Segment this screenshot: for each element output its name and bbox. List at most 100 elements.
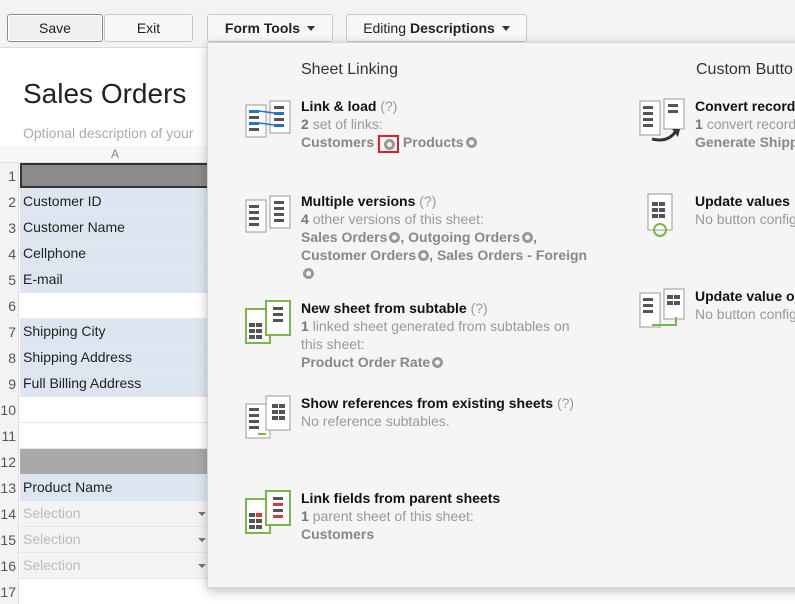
selection-dropdown-cell[interactable]: Selection [20,501,210,526]
editing-mode-menu-button[interactable]: Editing Descriptions [346,14,527,42]
caret-down-icon [307,25,316,31]
link-generate-shipping[interactable]: Generate Shipp [695,134,795,150]
row-number[interactable]: 15 [0,527,19,553]
version-sales-orders[interactable]: Sales Orders [301,229,387,245]
chevron-down-icon[interactable] [198,538,206,542]
version-sales-orders-foreign[interactable]: Sales Orders - Foreign [437,247,587,263]
update-value-other-desc: No button configu [695,306,795,322]
update-values-title: Update values [695,193,790,209]
sheet-cell[interactable] [20,293,210,318]
link-parent-customers[interactable]: Customers [301,526,374,542]
custom-buttons-heading: Custom Butto [696,61,793,78]
exit-label: Exit [136,20,161,36]
link-fields-parent-icon [245,490,291,534]
caret-down-icon [501,25,510,31]
column-header-a[interactable]: A [20,146,210,163]
multiple-versions-icon [245,195,291,233]
sheet-cell[interactable] [20,449,210,474]
cell-text: Product Name [23,479,113,495]
row-number[interactable]: 17 [0,579,19,604]
save-button[interactable]: Save [7,14,103,42]
convert-records-icon [639,98,685,142]
sheet-cell[interactable] [20,397,210,422]
sheet-cell[interactable]: E-mail [20,267,210,292]
sheet-cell[interactable] [20,579,210,604]
link-load-count: 2 [301,116,309,132]
gear-icon[interactable] [432,357,444,368]
cell-text: Selection [23,531,81,547]
row-number[interactable]: 3 [0,215,19,241]
gear-icon[interactable] [418,250,430,261]
cell-text: Selection [23,505,81,521]
row-number[interactable]: 8 [0,345,19,371]
convert-records-count-text: convert records [706,116,795,132]
row-number[interactable]: 1 [0,163,19,189]
sheet-cell[interactable]: Full Billing Address [20,371,210,396]
cell-text: Shipping City [23,323,106,339]
sheet-title[interactable]: Sales Orders [23,78,186,110]
new-sheet-subtable-title: New sheet from subtable [301,300,467,316]
link-load-help-link[interactable]: (?) [380,98,397,114]
chevron-down-icon[interactable] [198,564,206,568]
save-label: Save [39,20,71,36]
update-value-other-title: Update value o [695,288,795,304]
sheet-cell[interactable]: Shipping City [20,319,210,344]
update-values-icon [647,193,673,237]
show-references-title: Show references from existing sheets [301,395,554,411]
cell-text: Cellphone [23,245,87,261]
sheet-cell[interactable]: Shipping Address [20,345,210,370]
row-number[interactable]: 2 [0,189,19,215]
row-number[interactable]: 9 [0,371,19,397]
sheet-cell[interactable]: Customer Name [20,215,210,240]
highlight-box [378,135,400,153]
row-number[interactable]: 4 [0,241,19,267]
form-tools-menu-button[interactable]: Form Tools [207,14,333,42]
link-customers[interactable]: Customers [301,134,374,150]
sheet-cell[interactable]: Product Name [20,475,210,500]
convert-records-count: 1 [695,116,703,132]
cell-text: Customer Name [23,219,125,235]
row-number[interactable]: 14 [0,501,19,527]
chevron-down-icon[interactable] [198,512,206,516]
sheet-description[interactable]: Optional description of your [23,125,193,141]
new-sheet-subtable-help-link[interactable]: (?) [471,300,488,316]
form-tools-label: Form Tools [224,20,301,36]
gear-icon[interactable] [465,137,477,148]
row-number[interactable]: 5 [0,267,19,293]
gear-icon[interactable] [303,268,314,279]
show-references-help-link[interactable]: (?) [557,395,574,411]
sheet-cell[interactable]: Cellphone [20,241,210,266]
link-load-count-text: set of links: [312,116,383,132]
new-sheet-subtable-line2: this sheet: [301,336,365,352]
selection-dropdown-cell[interactable]: Selection [20,553,210,578]
link-load-title: Link & load [301,98,377,114]
version-outgoing-orders[interactable]: Outgoing Orders [408,229,520,245]
exit-button[interactable]: Exit [104,14,193,42]
link-product-order-rate[interactable]: Product Order Rate [301,354,430,370]
sheet-cell[interactable] [20,163,210,188]
multiple-versions-count: 4 [301,211,309,227]
row-number[interactable]: 13 [0,475,19,501]
gear-icon[interactable] [522,232,534,243]
gear-icon[interactable] [384,139,396,150]
multiple-versions-help-link[interactable]: (?) [419,193,436,209]
sheet-cell[interactable]: Customer ID [20,189,210,214]
show-references-icon [245,395,291,439]
row-number[interactable]: 16 [0,553,19,579]
row-number[interactable]: 6 [0,293,19,319]
row-number[interactable]: 11 [0,423,19,449]
row-number[interactable]: 12 [0,449,19,475]
new-sheet-subtable-icon [245,300,291,344]
row-number[interactable]: 7 [0,319,19,345]
version-customer-orders[interactable]: Customer Orders [301,247,416,263]
sheet-cell[interactable] [20,423,210,448]
cell-text: Shipping Address [23,349,132,365]
editing-prefix: Editing [363,20,406,36]
new-sheet-subtable-count-text: linked sheet generated from subtables on [312,318,570,334]
selection-dropdown-cell[interactable]: Selection [20,527,210,552]
row-number[interactable]: 10 [0,397,19,423]
gear-icon[interactable] [389,232,401,243]
link-products[interactable]: Products [403,134,464,150]
new-sheet-subtable-count: 1 [301,318,309,334]
form-tools-dropdown: Sheet Linking Custom Butto Link & load (… [207,42,795,588]
